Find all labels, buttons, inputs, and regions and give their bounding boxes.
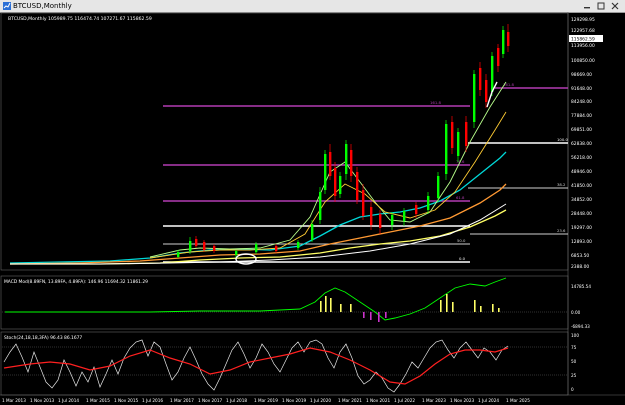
- fib-label: 0.0: [459, 256, 466, 261]
- price-scale: 129298.95 122957.68 113956.00 100850.00 …: [571, 17, 595, 270]
- price-label: 77884.00: [571, 113, 592, 119]
- trading-terminal-window: BTCUSD,Monthly BTCUSD,Monthly 105989.75 …: [0, 0, 625, 405]
- price-candles: [177, 24, 510, 258]
- current-price-tag-text: 115862.59: [571, 37, 595, 43]
- time-label: 1 Nov 2013: [30, 398, 54, 403]
- price-label: 56218.00: [571, 155, 592, 161]
- time-label: 1 Jul 2018: [226, 398, 247, 403]
- price-chart-area[interactable]: BTCUSD,Monthly 105989.75 116474.74 10727…: [0, 12, 625, 405]
- price-label: 98669.00: [571, 72, 592, 78]
- ma-line-orange: [9, 183, 507, 265]
- maximize-icon[interactable]: [596, 2, 606, 10]
- price-label: 100850.00: [571, 58, 595, 64]
- close-icon[interactable]: [610, 2, 620, 10]
- price-label: 12893.00: [571, 239, 592, 245]
- time-label: 1 Mar 2021: [338, 398, 362, 403]
- stoch-scale-label: 0: [571, 387, 574, 392]
- time-label: 1 Nov 2021: [366, 398, 390, 403]
- time-label: 1 Nov 2023: [450, 398, 474, 403]
- price-label: 41850.00: [571, 183, 592, 189]
- price-label: 91648.00: [571, 86, 592, 92]
- fib-label: 23.6: [557, 228, 566, 233]
- moving-averages: [9, 81, 507, 265]
- time-label: 1 Jul 2014: [58, 398, 79, 403]
- minimize-icon[interactable]: [582, 2, 592, 10]
- time-label: 1 Nov 2019: [282, 398, 306, 403]
- time-label: 1 Nov 2015: [114, 398, 138, 403]
- macd-scale-label: -6894.33: [571, 324, 590, 329]
- stochastic-indicator: 100 75 50 25 0: [2, 333, 579, 393]
- macd-histogram: [320, 294, 500, 322]
- stoch-d-line: [3, 347, 509, 385]
- stoch-scale-label: 75: [571, 345, 577, 350]
- time-axis: 1 Mar 2013 1 Nov 2013 1 Jul 2014 1 Mar 2…: [2, 398, 530, 403]
- price-label: 122957.68: [571, 28, 595, 34]
- stoch-scale-label: 100: [571, 333, 579, 338]
- fib-label: 161.8: [430, 100, 441, 105]
- price-label: 69851.00: [571, 127, 592, 133]
- time-label: 1 Mar 2013: [2, 398, 26, 403]
- time-label: 1 Mar 2019: [254, 398, 278, 403]
- fibonacci-levels[interactable]: 161.8 161.8 100.0 78.6 38.2 61.8 50.0 23…: [163, 82, 568, 263]
- main-panel-header: BTCUSD,Monthly 105989.75 116474.74 10727…: [8, 16, 152, 22]
- main-panel-frame: [0, 12, 569, 271]
- fib-label: 50.0: [457, 238, 466, 243]
- stoch-scale-label: 25: [571, 373, 577, 378]
- ma-line-white: [10, 203, 507, 265]
- time-label: 1 Mar 2015: [86, 398, 110, 403]
- ma-line-cyan: [9, 151, 507, 264]
- time-label: 1 Jul 2020: [310, 398, 331, 403]
- macd-scale-label: 0.00: [571, 310, 581, 315]
- time-label: 1 Mar 2017: [170, 398, 194, 403]
- ma-line-pale-green: [149, 81, 507, 258]
- price-label: 2388.00: [571, 264, 589, 270]
- macd-panel-header: MACD Mod(8.89FN, 13.89FA, 4.89FA): 146.9…: [4, 279, 148, 285]
- price-label: 129298.95: [571, 17, 595, 23]
- macd-scale-label: 14785.54: [571, 284, 591, 289]
- chart-window-title: BTCUSD,Monthly: [13, 2, 72, 10]
- ma-line-yellow: [10, 209, 507, 265]
- time-label: 1 Mar 2023: [422, 398, 446, 403]
- fib-label: 61.8: [456, 195, 465, 200]
- time-label: 1 Jul 2016: [142, 398, 163, 403]
- stoch-panel-header: Stoch(24,18,18,3FA) 96.43 86.1677: [4, 335, 82, 341]
- price-label: 84248.00: [571, 99, 592, 105]
- price-label: 19297.00: [571, 225, 592, 231]
- fib-label: 38.2: [557, 182, 566, 187]
- time-label: 1 Nov 2017: [198, 398, 222, 403]
- price-label: 113956.00: [571, 43, 595, 49]
- time-label: 1 Jul 2022: [394, 398, 415, 403]
- price-label: 6853.50: [571, 253, 589, 259]
- time-label: 1 Jul 2024: [478, 398, 499, 403]
- price-label: 28448.00: [571, 211, 592, 217]
- time-label: 1 Mar 2025: [506, 398, 530, 403]
- price-label: 62838.00: [571, 141, 592, 147]
- price-label: 48946.00: [571, 169, 592, 175]
- price-label: 34852.00: [571, 197, 592, 203]
- fib-label: 100.0: [557, 137, 568, 142]
- macd-indicator: 14785.54 0.00 -6894.33: [2, 277, 591, 329]
- stoch-scale-label: 50: [571, 359, 577, 364]
- chart-window-icon: [3, 2, 11, 10]
